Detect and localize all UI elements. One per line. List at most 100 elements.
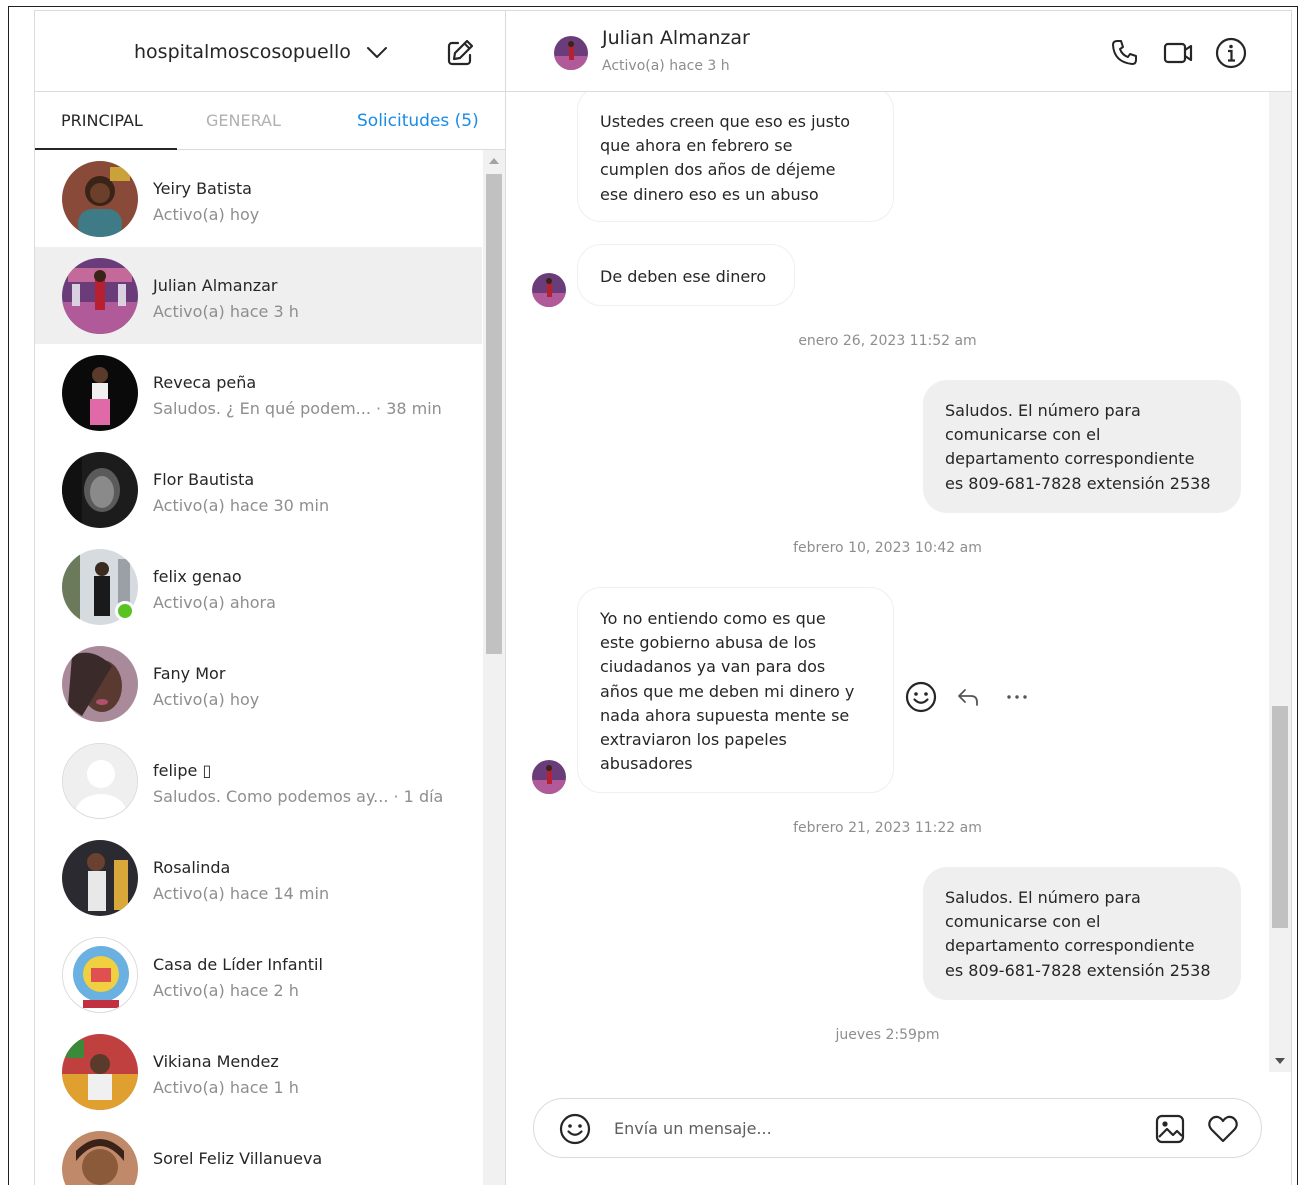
outgoing-message[interactable]: Saludos. El número para comunicarse con …	[923, 380, 1241, 513]
incoming-message[interactable]: Ustedes creen que eso es justo que ahora…	[577, 92, 894, 222]
conversation-item[interactable]: Vikiana Mendez Activo(a) hace 1 h	[35, 1023, 482, 1120]
conversation-status: Activo(a) hace 14 min	[153, 884, 330, 903]
conversation-status: Saludos. Como podemos ay... · 1 día	[153, 787, 444, 806]
avatar	[62, 1034, 138, 1110]
conversation-status: Activo(a) hace 2 h	[153, 981, 299, 1000]
new-message-icon[interactable]	[444, 37, 476, 69]
info-icon[interactable]	[1214, 36, 1248, 70]
outgoing-message[interactable]: Saludos. El número para comunicarse con …	[923, 867, 1241, 1000]
incoming-message[interactable]: De deben ese dinero	[577, 244, 795, 306]
avatar	[62, 452, 138, 528]
conversation-status: Activo(a) hace 3 h	[153, 302, 299, 321]
image-upload-icon[interactable]	[1153, 1112, 1187, 1146]
message-timestamp: febrero 10, 2023 10:42 am	[793, 540, 982, 556]
conversation-item[interactable]: Casa de Líder Infantil Activo(a) hace 2 …	[35, 926, 482, 1023]
message-line: es 809-681-7828 extensión 2538	[945, 960, 1211, 980]
avatar	[62, 1131, 138, 1185]
message-line: abusadores	[600, 754, 693, 774]
message-line: nada ahora supuesta mente se	[600, 705, 850, 725]
message-line: es 809-681-7828 extensión 2538	[945, 473, 1211, 493]
scrollbar-thumb[interactable]	[486, 174, 502, 654]
conversation-name: Sorel Feliz Villanueva	[153, 1149, 323, 1168]
chat-header: Julian Almanzar Activo(a) hace 3 h	[506, 11, 1291, 92]
avatar	[62, 743, 138, 819]
message-line: extraviaron los papeles	[600, 730, 787, 750]
scrollbar-thumb[interactable]	[1272, 706, 1288, 928]
scroll-up-arrow-icon[interactable]	[489, 158, 499, 164]
conversation-name: felipe ▯	[153, 761, 212, 780]
conversation-name: Julian Almanzar	[153, 276, 278, 295]
message-line: que ahora en febrero se	[600, 136, 793, 156]
message-timestamp: enero 26, 2023 11:52 am	[798, 333, 977, 349]
message-line: este gobierno abusa de los	[600, 633, 817, 653]
conversation-name: Vikiana Mendez	[153, 1052, 279, 1071]
message-line: Saludos. El número para	[945, 888, 1141, 907]
conversation-name: Flor Bautista	[153, 470, 255, 489]
conversation-list-scrollbar[interactable]	[483, 150, 505, 1185]
conversation-item[interactable]: Flor Bautista Activo(a) hace 30 min	[35, 441, 482, 538]
heart-icon[interactable]	[1206, 1112, 1240, 1146]
message-line: comunicarse con el	[945, 425, 1101, 445]
conversation-status: Activo(a) hace 30 min	[153, 496, 330, 515]
message-thread-scrollbar[interactable]	[1269, 92, 1291, 1072]
more-options-icon[interactable]	[1004, 687, 1030, 707]
conversation-item[interactable]: felix genao Activo(a) ahora	[35, 538, 482, 635]
message-line: ciudadanos ya van para dos	[600, 657, 826, 677]
conversation-item[interactable]: Julian Almanzar Activo(a) hace 3 h	[35, 247, 482, 344]
react-emoji-icon[interactable]	[904, 680, 938, 714]
message-composer	[533, 1098, 1262, 1158]
conversation-item[interactable]: Yeiry Batista Activo(a) hoy	[35, 150, 482, 247]
video-call-icon[interactable]	[1161, 36, 1195, 70]
avatar	[62, 161, 138, 237]
tab-requests[interactable]: Solicitudes (5)	[357, 111, 479, 131]
conversation-status: Activo(a) hace 1 h	[153, 1078, 299, 1097]
message-timestamp: febrero 21, 2023 11:22 am	[793, 820, 982, 836]
emoji-picker-icon[interactable]	[558, 1112, 592, 1146]
message-line: Yo no entiendo como es que	[600, 609, 826, 628]
online-indicator	[115, 601, 135, 621]
conversation-item[interactable]: felipe ▯ Saludos. Como podemos ay... · 1…	[35, 732, 482, 829]
avatar	[532, 760, 566, 794]
message-line: ese dinero eso es un abuso	[600, 184, 819, 204]
avatar	[532, 273, 566, 307]
conversation-name: Rosalinda	[153, 858, 231, 877]
conversation-name: Casa de Líder Infantil	[153, 955, 323, 974]
message-line: Ustedes creen que eso es justo	[600, 112, 851, 131]
conversation-item[interactable]: Sorel Feliz Villanueva	[35, 1120, 482, 1185]
conversation-name: Fany Mor	[153, 664, 226, 683]
reply-icon[interactable]	[956, 684, 982, 710]
conversation-status: Saludos. ¿ En qué podem... · 38 min	[153, 399, 442, 418]
chat-contact-name[interactable]: Julian Almanzar	[602, 27, 750, 49]
conversation-sidebar: hospitalmoscosopuello PRINCIPAL GENERAL …	[35, 11, 506, 1185]
avatar	[62, 840, 138, 916]
scroll-down-arrow-icon[interactable]	[1275, 1058, 1285, 1064]
chat-contact-status: Activo(a) hace 3 h	[602, 58, 730, 74]
message-line: De deben ese dinero	[600, 267, 767, 286]
message-line: Saludos. El número para	[945, 401, 1141, 420]
conversation-item[interactable]: Rosalinda Activo(a) hace 14 min	[35, 829, 482, 926]
conversation-name: Yeiry Batista	[153, 179, 252, 198]
avatar[interactable]	[554, 36, 588, 70]
avatar	[62, 937, 138, 1013]
chat-panel: Julian Almanzar Activo(a) hace 3 h Usted…	[506, 11, 1291, 1185]
message-timestamp: jueves 2:59pm	[835, 1027, 940, 1043]
tab-principal[interactable]: PRINCIPAL	[61, 111, 143, 130]
message-line: años que me deben mi dinero y	[600, 681, 855, 701]
message-thread: Ustedes creen que eso es justo que ahora…	[506, 92, 1269, 1072]
conversation-item[interactable]: Fany Mor Activo(a) hoy	[35, 635, 482, 732]
conversation-status: Activo(a) hoy	[153, 690, 260, 709]
avatar	[62, 258, 138, 334]
inbox-tabs: PRINCIPAL GENERAL Solicitudes (5)	[35, 92, 505, 150]
message-input[interactable]	[614, 1115, 1134, 1141]
direct-inbox: hospitalmoscosopuello PRINCIPAL GENERAL …	[34, 10, 1292, 1185]
phone-icon[interactable]	[1107, 36, 1141, 70]
tab-general[interactable]: GENERAL	[206, 111, 281, 130]
sidebar-header: hospitalmoscosopuello	[35, 11, 505, 92]
conversation-item[interactable]: Reveca peña Saludos. ¿ En qué podem... ·…	[35, 344, 482, 441]
chevron-down-icon	[366, 47, 387, 58]
account-switcher[interactable]: hospitalmoscosopuello	[134, 40, 389, 64]
avatar	[62, 355, 138, 431]
conversation-name: felix genao	[153, 567, 242, 586]
conversation-status: Activo(a) ahora	[153, 593, 276, 612]
incoming-message[interactable]: Yo no entiendo como es que este gobierno…	[577, 587, 894, 793]
